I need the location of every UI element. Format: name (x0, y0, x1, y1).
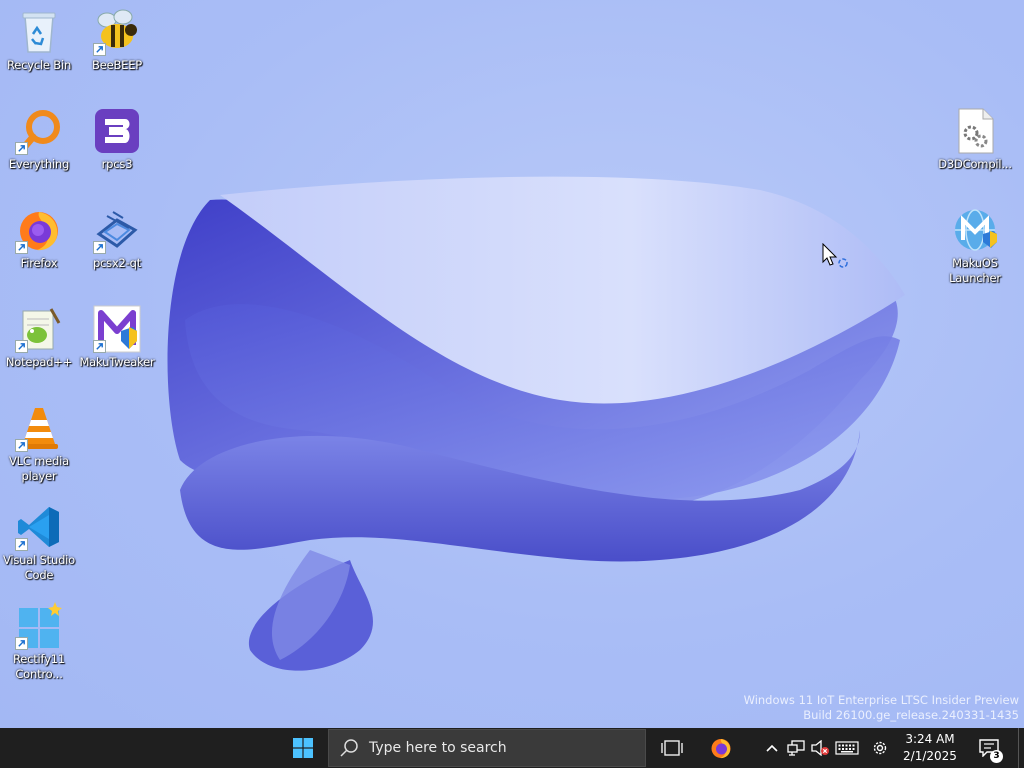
desktop-icon-vlc[interactable]: VLC media player (0, 404, 78, 484)
task-view-icon (661, 740, 683, 756)
mouse-pointer-busy-icon (822, 243, 848, 268)
icon-label: Notepad++ (5, 355, 73, 369)
keyboard-icon (835, 741, 859, 755)
show-hidden-icons-button[interactable] (762, 728, 782, 768)
icon-label: BeeBEEP (92, 58, 142, 72)
wallpaper-bloom (167, 176, 905, 671)
icon-label: pcsx2-qt (92, 256, 142, 270)
notification-center-button[interactable]: 3 (972, 728, 1006, 768)
desktop[interactable]: Recycle Bin Everything Firefox Notepad++… (0, 0, 1024, 728)
network-button[interactable] (785, 728, 807, 768)
icon-label: Visual Studio Code (2, 553, 75, 582)
shortcut-arrow-icon (93, 340, 106, 353)
shortcut-arrow-icon (15, 439, 28, 452)
desktop-icon-rpcs3[interactable]: rpcs3 (78, 107, 156, 172)
show-desktop-button[interactable] (1018, 728, 1024, 768)
settings-file-icon (958, 108, 994, 154)
task-view-button[interactable] (656, 728, 688, 768)
shortcut-arrow-icon (93, 43, 106, 56)
icon-label: D3DCompil... (938, 157, 1012, 171)
recycle-bin-icon (22, 12, 56, 53)
icon-label: MakuTweaker (79, 355, 155, 369)
shortcut-arrow-icon (15, 142, 28, 155)
desktop-icon-rectify11[interactable]: Rectify11 Contro... (0, 602, 78, 682)
desktop-icon-recycle-bin[interactable]: Recycle Bin (0, 8, 78, 73)
taskbar-clock[interactable]: 3:24 AM 2/1/2025 (898, 731, 962, 765)
notification-count-badge: 3 (990, 750, 1003, 763)
desktop-icon-makuos-launcher[interactable]: MakuOS Launcher (936, 206, 1014, 286)
icon-label: Everything (8, 157, 70, 171)
taskbar-search-box[interactable]: Type here to search (328, 729, 646, 767)
clock-time: 3:24 AM (905, 732, 955, 746)
desktop-icon-firefox[interactable]: Firefox (0, 206, 78, 271)
network-icon (787, 740, 805, 756)
rpcs3-icon (95, 109, 139, 153)
watermark-edition: Windows 11 IoT Enterprise LTSC Insider P… (743, 693, 1019, 707)
taskbar-app-firefox[interactable] (704, 728, 738, 768)
shortcut-arrow-icon (15, 538, 28, 551)
shortcut-arrow-icon (15, 241, 28, 254)
volume-button[interactable] (808, 728, 832, 768)
search-icon (340, 739, 358, 757)
desktop-icon-d3dcompiler[interactable]: D3DCompil... (936, 107, 1014, 172)
firefox-icon (711, 739, 731, 759)
icon-label: Firefox (20, 256, 58, 270)
volume-muted-icon (811, 740, 829, 756)
start-button[interactable] (282, 728, 324, 768)
desktop-icon-beebeep[interactable]: BeeBEEP (78, 8, 156, 73)
os-build-watermark: Windows 11 IoT Enterprise LTSC Insider P… (744, 693, 1019, 722)
icon-label: MakuOS Launcher (949, 256, 1001, 285)
shortcut-arrow-icon (93, 241, 106, 254)
desktop-icon-notepad-plus-plus[interactable]: Notepad++ (0, 305, 78, 370)
icon-label: Recycle Bin (6, 58, 72, 72)
watermark-build: Build 26100.ge_release.240331-1435 (803, 707, 1019, 722)
chevron-up-icon (766, 744, 778, 752)
desktop-icon-pcsx2[interactable]: pcsx2-qt (78, 206, 156, 271)
icon-label: rpcs3 (101, 157, 133, 171)
shortcut-arrow-icon (15, 637, 28, 650)
makuos-globe-icon (955, 209, 997, 251)
windows-logo-icon (293, 738, 313, 758)
settings-button[interactable] (868, 728, 892, 768)
desktop-icon-makutweaker[interactable]: MakuTweaker (78, 305, 156, 370)
clock-date: 2/1/2025 (903, 749, 957, 763)
taskbar: Type here to search 3:24 AM 2/1/2025 3 (0, 728, 1024, 768)
gear-icon (873, 741, 887, 755)
desktop-icon-vscode[interactable]: Visual Studio Code (0, 503, 78, 583)
shortcut-arrow-icon (15, 340, 28, 353)
desktop-icon-everything[interactable]: Everything (0, 107, 78, 172)
icon-label: Rectify11 Contro... (12, 652, 66, 681)
icon-label: VLC media player (9, 454, 69, 483)
search-placeholder: Type here to search (369, 740, 507, 756)
touch-keyboard-button[interactable] (834, 728, 860, 768)
